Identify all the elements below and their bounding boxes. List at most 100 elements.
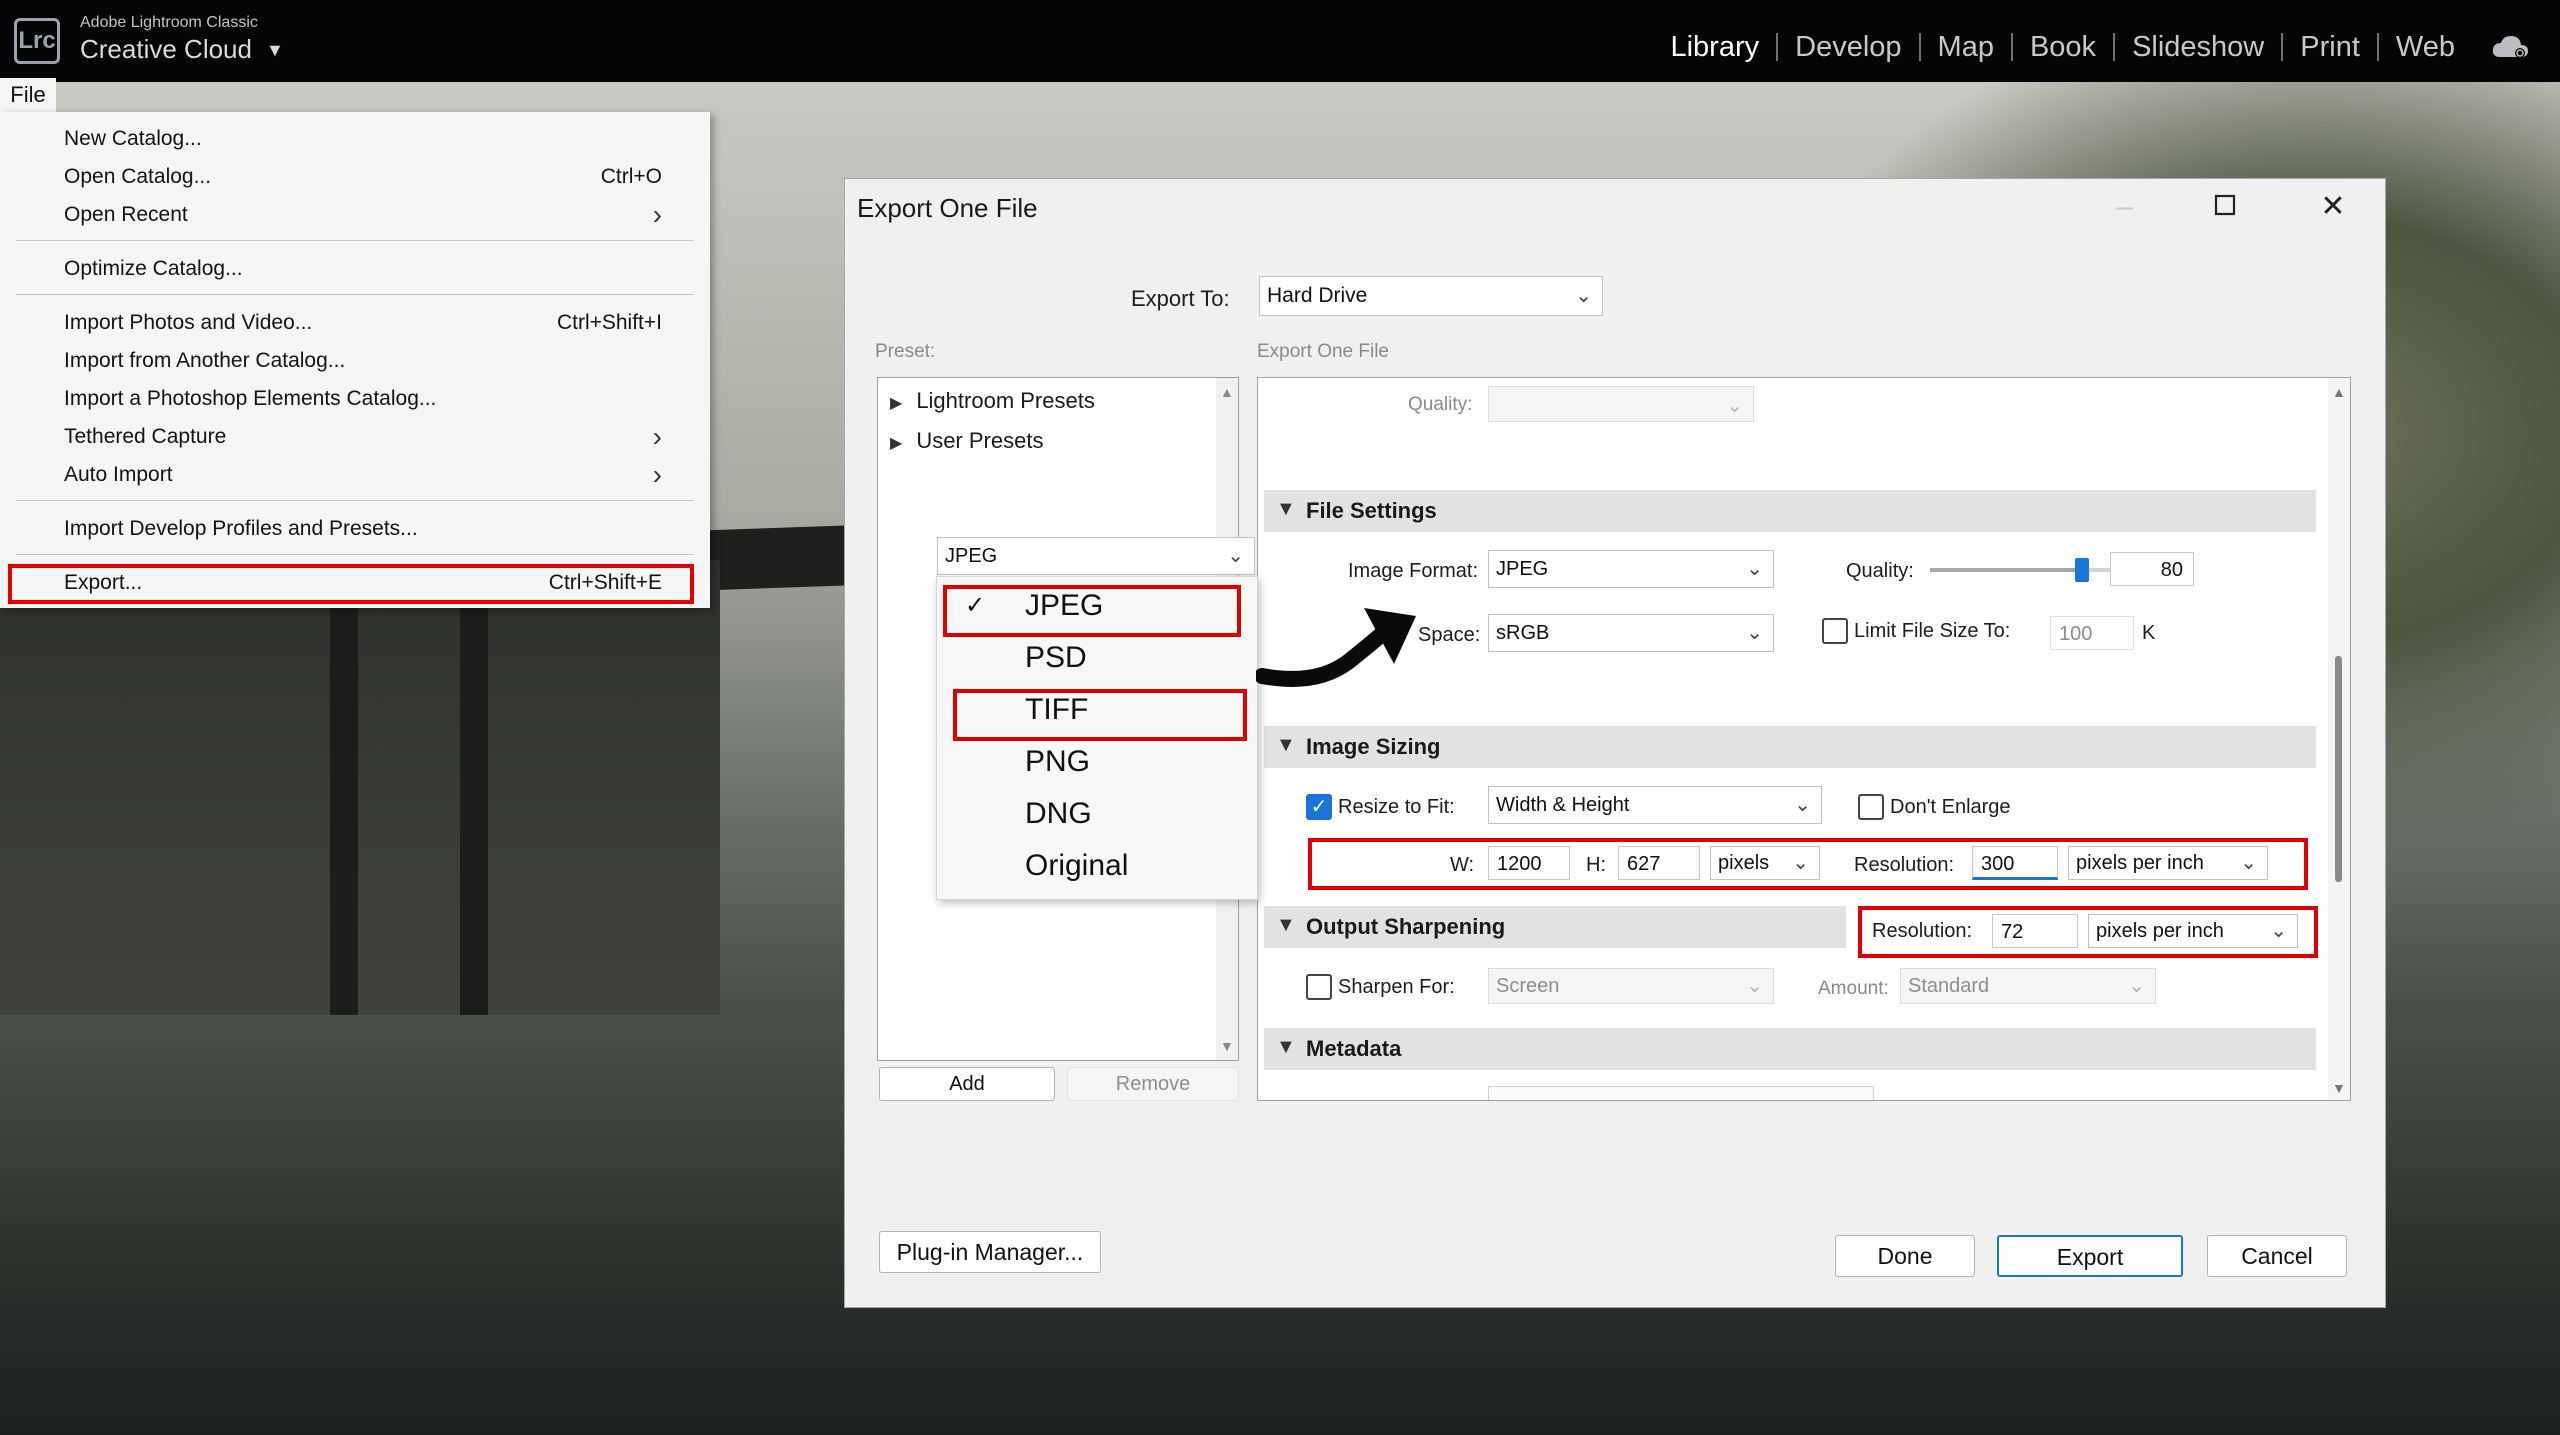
- format-option-dng[interactable]: DNG: [1025, 797, 1092, 831]
- minimize-icon[interactable]: –: [2097, 187, 2153, 227]
- module-web[interactable]: Web: [2376, 33, 2472, 62]
- menu-item-open-catalog[interactable]: Open Catalog... Ctrl+O: [64, 158, 674, 196]
- sharpen-for-label: Sharpen For:: [1338, 976, 1455, 998]
- menu-item-import-profiles[interactable]: Import Develop Profiles and Presets...: [64, 510, 674, 548]
- settings-heading: Export One File: [1257, 341, 1389, 362]
- resize-to-fit-label: Resize to Fit:: [1338, 796, 1455, 818]
- sharpen-for-checkbox[interactable]: [1306, 974, 1332, 1000]
- limit-size-field[interactable]: 100: [2050, 616, 2134, 650]
- menu-item-import-catalog[interactable]: Import from Another Catalog...: [64, 342, 674, 380]
- remove-preset-button[interactable]: Remove: [1067, 1067, 1239, 1101]
- metadata-dropdown[interactable]: [1488, 1086, 1874, 1100]
- cloud-sync-icon[interactable]: [2490, 33, 2530, 61]
- preset-group-user[interactable]: ▶ User Presets: [890, 428, 1043, 454]
- menu-item-optimize-catalog[interactable]: Optimize Catalog...: [64, 250, 674, 288]
- output-sharpening-header[interactable]: ▼ Output Sharpening: [1264, 906, 1846, 948]
- image-sizing-header[interactable]: ▼ Image Sizing: [1264, 726, 2316, 768]
- chevron-down-icon: ⌄: [1794, 794, 1811, 816]
- module-book[interactable]: Book: [2010, 33, 2113, 62]
- file-settings-header[interactable]: ▼ File Settings: [1264, 490, 2316, 532]
- menu-item-open-recent[interactable]: Open Recent ›: [64, 196, 674, 234]
- menu-separator: [16, 500, 694, 501]
- scroll-up-icon[interactable]: ▲: [1220, 384, 1234, 400]
- chevron-down-icon: ⌄: [1575, 285, 1592, 307]
- amount-label: Amount:: [1818, 978, 1889, 999]
- collapse-triangle-icon: ▼: [1276, 734, 1296, 756]
- export-settings-panel: Quality: ⌄ ▼ File Settings Image Format:…: [1257, 377, 2351, 1101]
- module-print[interactable]: Print: [2281, 33, 2377, 62]
- module-slideshow[interactable]: Slideshow: [2113, 33, 2281, 62]
- module-map[interactable]: Map: [1918, 33, 2011, 62]
- image-format-dropdown[interactable]: JPEG ⌄: [1488, 550, 1774, 588]
- collapse-triangle-icon: ▼: [1276, 498, 1296, 520]
- app-subtitle: Adobe Lightroom Classic: [80, 14, 258, 31]
- scroll-up-icon[interactable]: ▲: [2332, 384, 2346, 400]
- image-format-label: Image Format:: [1348, 560, 1479, 582]
- dont-enlarge-label: Don't Enlarge: [1890, 796, 2011, 818]
- menu-item-auto-import[interactable]: Auto Import ›: [64, 456, 674, 494]
- chevron-down-icon: ⌄: [1746, 622, 1763, 644]
- shortcut-label: Ctrl+Shift+I: [556, 311, 662, 334]
- preset-label: Preset:: [875, 341, 936, 362]
- quality-top-label: Quality:: [1408, 394, 1473, 415]
- menu-item-new-catalog[interactable]: New Catalog...: [64, 120, 674, 158]
- identity-dropdown-icon[interactable]: ▼: [266, 40, 284, 61]
- shortcut-label: Ctrl+O: [600, 165, 662, 188]
- maximize-icon[interactable]: [2197, 187, 2253, 227]
- tiff-highlight-box: [953, 689, 1247, 741]
- chevron-right-icon: ›: [652, 459, 662, 490]
- export-button[interactable]: Export: [1997, 1235, 2183, 1277]
- preset-group-lightroom[interactable]: ▶ Lightroom Presets: [890, 388, 1095, 414]
- amount-dropdown[interactable]: Standard ⌄: [1900, 968, 2156, 1004]
- quality-slider-thumb[interactable]: [2075, 558, 2089, 582]
- scrollbar-thumb[interactable]: [2335, 656, 2342, 882]
- module-develop[interactable]: Develop: [1776, 33, 1918, 62]
- file-menu-tab[interactable]: File: [0, 78, 56, 112]
- format-select[interactable]: JPEG ⌄: [937, 537, 1255, 575]
- quality-slider-track[interactable]: [1930, 558, 2120, 582]
- jpeg-highlight-box: [943, 585, 1241, 637]
- format-option-png[interactable]: PNG: [1025, 745, 1090, 779]
- scroll-down-icon[interactable]: ▼: [2332, 1080, 2346, 1096]
- quality-top-dropdown[interactable]: ⌄: [1488, 386, 1754, 422]
- done-button[interactable]: Done: [1835, 1235, 1975, 1277]
- format-option-original[interactable]: Original: [1025, 849, 1128, 883]
- menu-item-import-photos[interactable]: Import Photos and Video... Ctrl+Shift+I: [64, 304, 674, 342]
- export-highlight-box: [8, 564, 694, 604]
- menu-item-import-elements[interactable]: Import a Photoshop Elements Catalog...: [64, 380, 674, 418]
- resize-to-fit-checkbox[interactable]: ✓: [1306, 794, 1332, 820]
- menu-item-tethered-capture[interactable]: Tethered Capture ›: [64, 418, 674, 456]
- image-sizing-highlight-box: [1308, 838, 2308, 890]
- menu-separator: [16, 294, 694, 295]
- annotation-arrow-icon: [1256, 608, 1416, 687]
- close-icon[interactable]: ✕: [2305, 187, 2361, 227]
- chevron-down-icon: ⌄: [1726, 395, 1743, 417]
- quality-value-field[interactable]: 80: [2110, 552, 2194, 586]
- add-preset-button[interactable]: Add: [879, 1067, 1055, 1101]
- format-option-psd[interactable]: PSD: [1025, 641, 1087, 675]
- app-identity[interactable]: Creative Cloud: [80, 34, 252, 65]
- format-options-list: ✓ JPEG PSD TIFF PNG DNG Original: [936, 576, 1258, 900]
- limit-size-checkbox[interactable]: [1822, 618, 1848, 644]
- resize-to-fit-dropdown[interactable]: Width & Height ⌄: [1488, 786, 1822, 824]
- sharpening-highlight-box: [1858, 906, 2318, 958]
- expand-triangle-icon: ▶: [890, 435, 903, 452]
- plugin-manager-button[interactable]: Plug-in Manager...: [879, 1231, 1101, 1273]
- cancel-button[interactable]: Cancel: [2207, 1235, 2347, 1277]
- chevron-down-icon: ⌄: [1746, 558, 1763, 580]
- scroll-down-icon[interactable]: ▼: [1220, 1038, 1234, 1054]
- sharpen-for-dropdown[interactable]: Screen ⌄: [1488, 968, 1774, 1004]
- dont-enlarge-checkbox[interactable]: [1858, 794, 1884, 820]
- settings-scrollbar[interactable]: ▲ ▼: [2328, 378, 2350, 1100]
- collapse-triangle-icon: ▼: [1276, 914, 1296, 936]
- chevron-down-icon: ⌄: [2128, 975, 2145, 997]
- export-to-dropdown[interactable]: Hard Drive ⌄: [1259, 276, 1603, 316]
- chevron-down-icon: ⌄: [1227, 545, 1244, 567]
- quality-slider-fill: [1930, 568, 2082, 572]
- color-space-dropdown[interactable]: sRGB ⌄: [1488, 614, 1774, 652]
- module-picker: Library Develop Map Book Slideshow Print…: [1653, 26, 2530, 68]
- metadata-header[interactable]: ▼ Metadata: [1264, 1028, 2316, 1070]
- lightroom-topbar: Lrc Adobe Lightroom Classic Creative Clo…: [0, 0, 2560, 82]
- module-library[interactable]: Library: [1653, 33, 1776, 62]
- menu-separator: [16, 554, 694, 555]
